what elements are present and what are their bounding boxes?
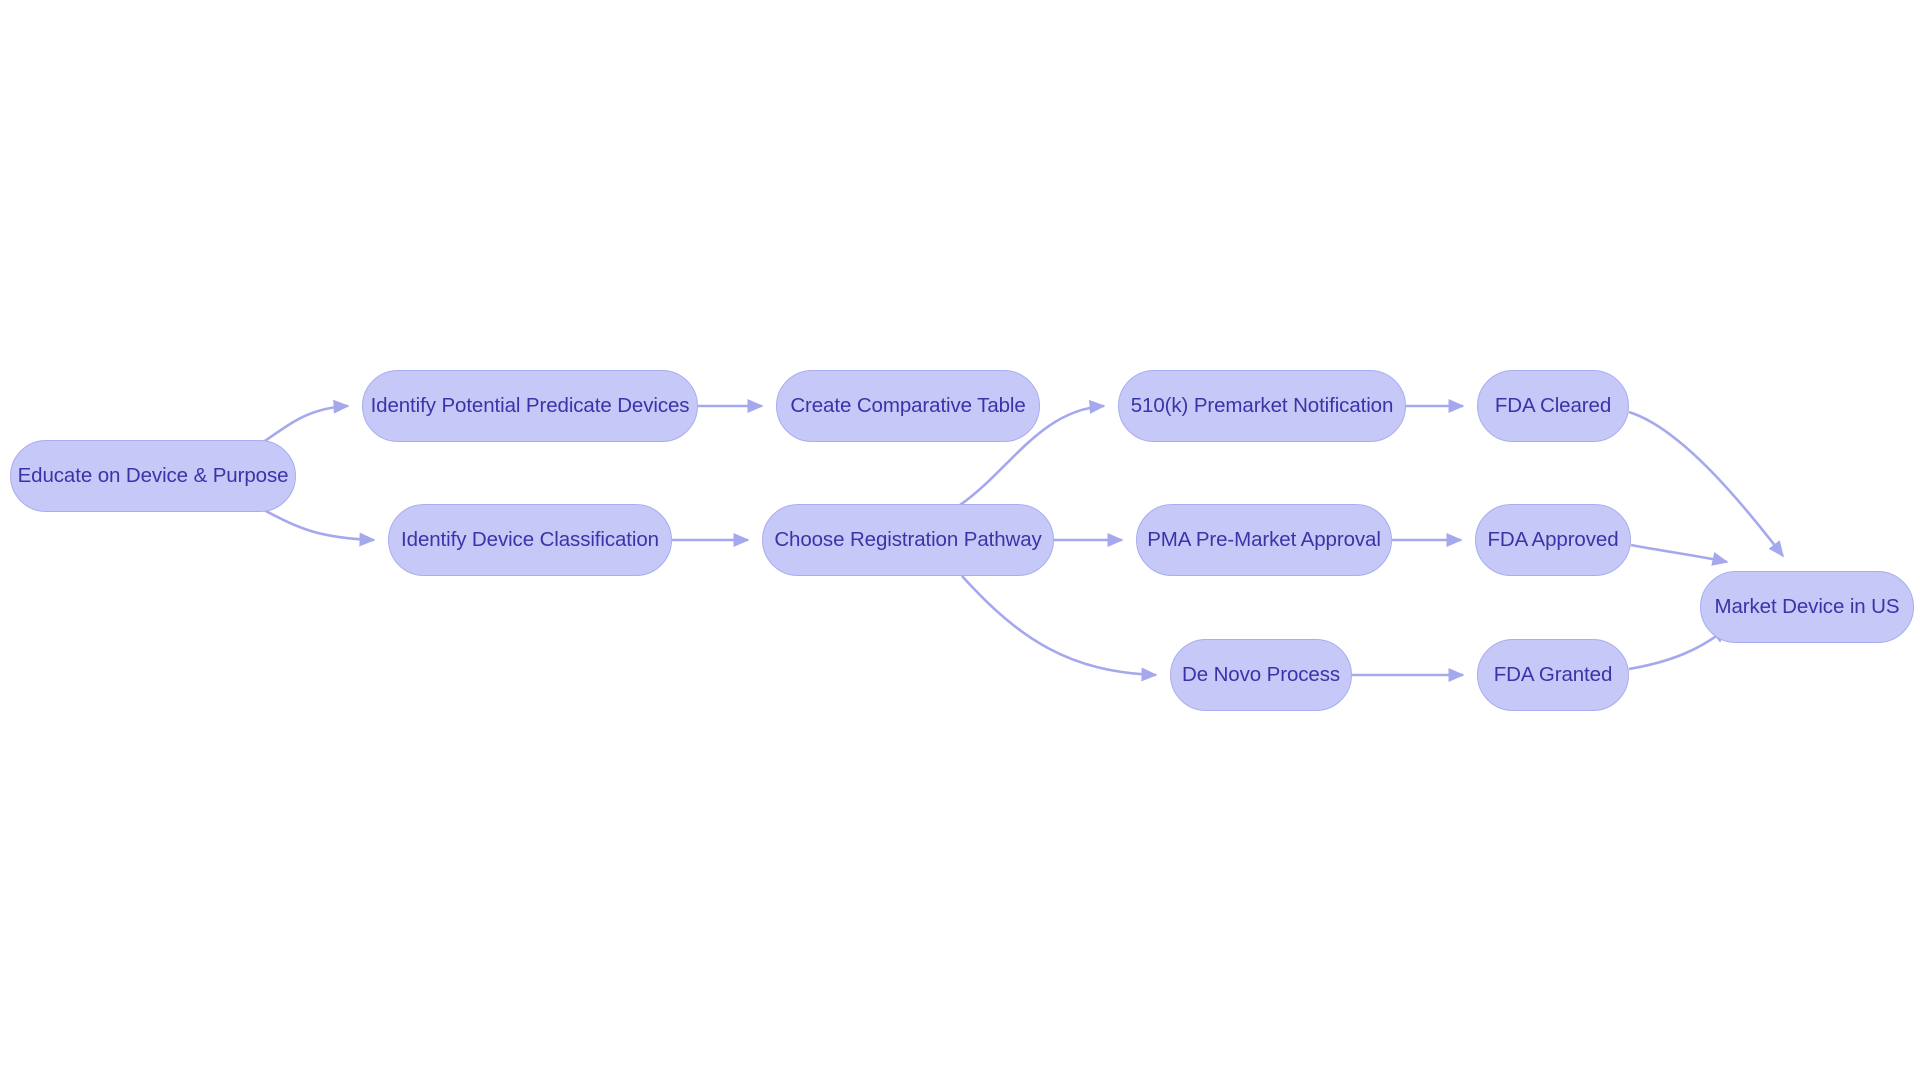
node-label: Choose Registration Pathway: [774, 527, 1042, 551]
node-label: 510(k) Premarket Notification: [1130, 393, 1394, 417]
node-label: FDA Cleared: [1494, 393, 1612, 417]
node-label: Identify Device Classification: [401, 527, 659, 551]
node-fda-approved[interactable]: FDA Approved: [1475, 504, 1631, 576]
node-choose-registration-pathway[interactable]: Choose Registration Pathway: [762, 504, 1054, 576]
node-label: FDA Approved: [1487, 527, 1619, 551]
edge-cleared-to-market: [1628, 410, 1785, 558]
node-educate-on-device-purpose[interactable]: Educate on Device & Purpose: [10, 440, 296, 512]
flowchart-canvas: Educate on Device & Purpose Identify Pot…: [0, 0, 1920, 1080]
node-create-comparative-table[interactable]: Create Comparative Table: [776, 370, 1040, 442]
node-label: Identify Potential Predicate Devices: [370, 393, 690, 417]
node-identify-potential-predicate-devices[interactable]: Identify Potential Predicate Devices: [362, 370, 698, 442]
node-label: PMA Pre-Market Approval: [1147, 527, 1381, 551]
node-de-novo-process[interactable]: De Novo Process: [1170, 639, 1352, 711]
node-market-device-in-us[interactable]: Market Device in US: [1700, 571, 1914, 643]
node-label: FDA Granted: [1493, 662, 1613, 686]
node-label: Create Comparative Table: [790, 393, 1026, 417]
edge-pathway-to-denovo: [961, 575, 1158, 682]
edge-educate-to-classification: [261, 507, 376, 547]
node-label: De Novo Process: [1182, 662, 1341, 686]
edge-educate-to-predicate: [261, 399, 350, 445]
node-pma-pre-market-approval[interactable]: PMA Pre-Market Approval: [1136, 504, 1392, 576]
node-510k-premarket-notification[interactable]: 510(k) Premarket Notification: [1118, 370, 1406, 442]
node-label: Educate on Device & Purpose: [17, 463, 289, 487]
node-identify-device-classification[interactable]: Identify Device Classification: [388, 504, 672, 576]
edge-approved-to-market: [1630, 543, 1729, 566]
node-label: Market Device in US: [1714, 594, 1900, 618]
node-fda-granted[interactable]: FDA Granted: [1477, 639, 1629, 711]
node-fda-cleared[interactable]: FDA Cleared: [1477, 370, 1629, 442]
